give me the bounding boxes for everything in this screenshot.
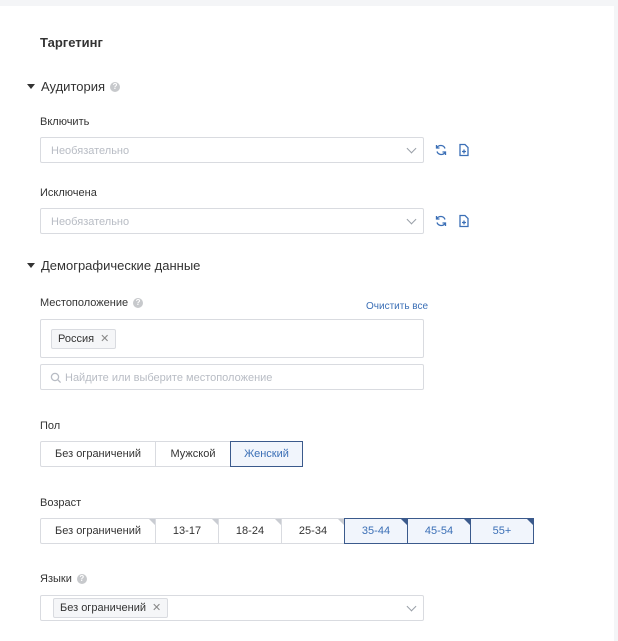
include-placeholder: Необязательно [51,145,130,157]
gender-option-label: Мужской [170,448,216,460]
age-option-55-plus[interactable]: 55+ [470,518,534,544]
location-tag-label: Россия [58,332,95,345]
language-tag: Без ограничений ✕ [53,598,169,618]
languages-select[interactable]: Без ограничений ✕ [40,595,424,621]
location-tags-box[interactable]: Россия ✕ [40,319,424,358]
gender-label: Пол [40,420,61,432]
languages-label-row: Языки ? [40,573,87,585]
location-tag: Россия ✕ [51,329,117,349]
exclude-label: Исключена [40,187,97,199]
location-label: Местоположение [40,297,129,309]
help-icon[interactable]: ? [76,574,87,584]
demographics-section-header[interactable]: Демографические данные [27,258,200,273]
age-option-label: 55+ [492,525,512,537]
demographics-heading: Демографические данные [41,258,201,273]
page-title: Таргетинг [40,35,103,50]
gender-option-male[interactable]: Мужской [155,441,231,467]
audience-section-header[interactable]: Аудитория ? [27,79,121,94]
age-option-label: 25-34 [298,525,328,537]
include-label: Включить [40,116,90,128]
exclude-placeholder: Необязательно [51,216,130,228]
targeting-panel: Таргетинг Аудитория ? Включить Необязате… [0,6,614,641]
file-add-icon[interactable] [457,214,471,228]
age-option-13-17[interactable]: 13-17 [155,518,219,544]
collapse-triangle-icon [27,84,35,89]
include-select[interactable]: Необязательно [40,137,424,163]
help-icon[interactable]: ? [133,298,144,308]
gender-option-label: Женский [244,448,289,460]
languages-label: Языки [40,573,72,585]
age-option-label: 18-24 [235,525,265,537]
clear-all-link[interactable]: Очистить все [366,301,428,312]
age-label: Возраст [40,497,82,509]
language-tag-label: Без ограничений [60,601,146,614]
age-option-any[interactable]: Без ограничений [40,518,156,544]
age-option-18-24[interactable]: 18-24 [218,518,282,544]
age-option-label: 45-54 [424,525,454,537]
age-option-label: 13-17 [172,525,202,537]
exclude-select[interactable]: Необязательно [40,208,424,234]
gender-option-female[interactable]: Женский [230,441,303,467]
audience-heading: Аудитория [41,79,106,94]
location-search-placeholder: Найдите или выберите местоположение [65,372,273,384]
file-add-icon[interactable] [457,143,471,157]
search-icon [50,372,62,384]
corner-marker-icon [527,519,533,525]
location-label-row: Местоположение ? [40,297,144,309]
age-option-label: Без ограничений [55,525,141,537]
age-option-45-54[interactable]: 45-54 [407,518,471,544]
collapse-triangle-icon [27,263,35,268]
age-option-label: 35-44 [361,525,391,537]
close-icon[interactable]: ✕ [152,599,161,618]
age-option-35-44[interactable]: 35-44 [344,518,408,544]
right-edge-divider [614,0,618,641]
location-search-input[interactable]: Найдите или выберите местоположение [40,364,424,390]
help-icon[interactable]: ? [110,81,121,92]
age-option-25-34[interactable]: 25-34 [281,518,345,544]
refresh-icon[interactable] [434,214,448,228]
age-segmented-control: Без ограничений 13-17 18-24 25-34 35-44 … [40,518,534,544]
gender-option-any[interactable]: Без ограничений [40,441,156,467]
gender-option-label: Без ограничений [55,448,141,460]
close-icon[interactable]: ✕ [100,330,109,349]
chevron-down-icon [406,601,417,612]
chevron-down-icon [406,143,417,154]
gender-segmented-control: Без ограничений Мужской Женский [40,441,303,467]
refresh-icon[interactable] [434,143,448,157]
chevron-down-icon [406,214,417,225]
